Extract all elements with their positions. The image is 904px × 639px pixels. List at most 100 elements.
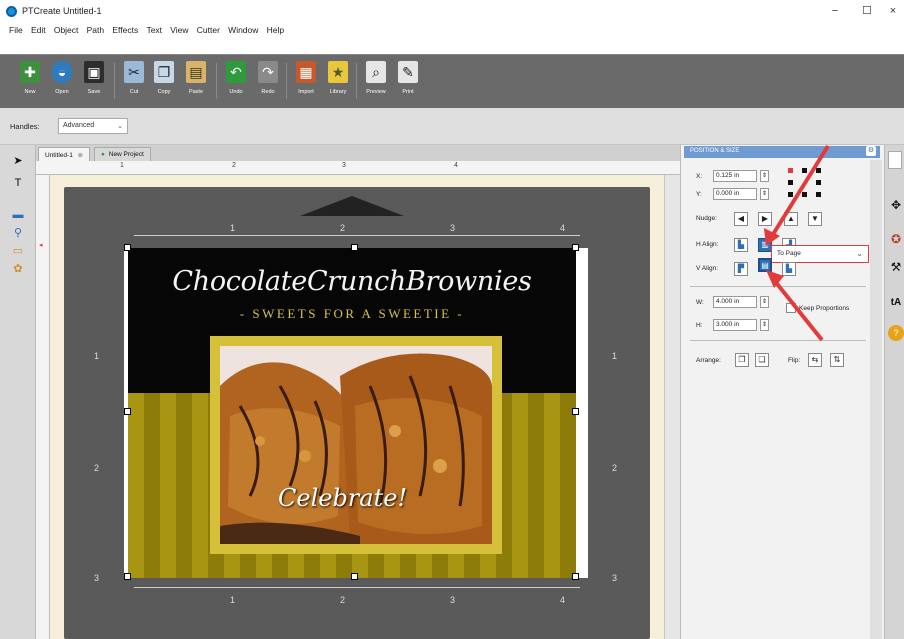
selection-handle[interactable] <box>572 244 579 251</box>
copy-label: Copy <box>157 89 171 95</box>
redo-label: Redo <box>261 89 275 95</box>
zoom-tool-icon[interactable]: ⚲ <box>10 225 26 241</box>
brownies-design[interactable]: ChocolateCrunchBrownies - SWEETS FOR A S… <box>128 248 576 578</box>
selection-arrow-icon <box>300 196 404 216</box>
mat-number: 1 <box>612 351 618 361</box>
cut-button[interactable]: ✂ Cut <box>120 59 148 105</box>
open-icon: ◒ <box>52 61 72 83</box>
close-button[interactable]: × <box>878 2 904 20</box>
shape-tool-icon[interactable]: ▬ <box>10 207 26 223</box>
cut-icon: ✂ <box>124 61 144 83</box>
horizontal-ruler: 1 2 3 4 <box>36 161 680 175</box>
menu-path[interactable]: Path <box>84 23 108 35</box>
vertical-scrollbar[interactable] <box>664 175 680 639</box>
paste-label: Paste <box>188 89 204 95</box>
menu-window[interactable]: Window <box>225 23 261 35</box>
menu-help[interactable]: Help <box>264 23 287 35</box>
redo-button[interactable]: ↷ Redo <box>254 59 282 105</box>
palette-icon[interactable]: ✪ <box>888 231 904 247</box>
selection-handle[interactable] <box>124 244 131 251</box>
save-label: Save <box>87 89 101 95</box>
photo-caption: Celebrate! <box>278 484 408 512</box>
import-label: Import <box>298 89 314 95</box>
undo-icon: ↶ <box>226 61 246 83</box>
menu-bar: File Edit Object Path Effects Text View … <box>0 22 904 38</box>
text-tool-icon[interactable]: T <box>10 175 26 191</box>
menu-object[interactable]: Object <box>51 23 82 35</box>
wrench-icon[interactable]: ⚒ <box>888 259 904 275</box>
handles-value: Advanced <box>63 122 95 129</box>
ruler-marker: ◂ <box>39 242 43 249</box>
new-button[interactable]: ✚ New <box>16 59 44 105</box>
annotation-arrows <box>764 144 830 342</box>
mat-number: 2 <box>94 463 100 473</box>
open-label: Open <box>55 89 69 95</box>
eraser-tool-icon[interactable]: ▭ <box>10 243 26 259</box>
mat-number: 3 <box>612 573 618 583</box>
design-subtitle: - SWEETS FOR A SWEETIE - <box>239 306 465 321</box>
print-label: Print <box>402 89 414 95</box>
menu-view[interactable]: View <box>167 23 191 35</box>
vertical-ruler: ◂ <box>36 175 50 639</box>
add-icon: ● <box>101 151 105 158</box>
menu-cutter[interactable]: Cutter <box>194 23 223 35</box>
selection-handle[interactable] <box>351 244 358 251</box>
ruler-mark: 1 <box>120 162 124 169</box>
print-button[interactable]: ✎ Print <box>394 59 422 105</box>
import-icon: ▦ <box>296 61 316 83</box>
tab-new-project-label: New Project <box>108 151 144 158</box>
open-button[interactable]: ◒ Open <box>48 59 76 105</box>
select-arrow-icon[interactable]: ➤ <box>10 153 26 169</box>
design-title: ChocolateCrunchBrownies <box>172 266 532 297</box>
mat-guide-line <box>134 587 580 588</box>
help-icon[interactable]: ? <box>888 325 904 341</box>
title-bar: PTCreate Untitled-1 − ☐ × <box>0 0 904 22</box>
handles-label: Handles: <box>10 122 40 131</box>
library-button[interactable]: ★ Library <box>324 59 352 105</box>
selection-handle[interactable] <box>572 408 579 415</box>
brownies-photo <box>220 346 492 544</box>
library-icon: ★ <box>328 61 348 83</box>
handles-dropdown[interactable]: Advanced ⌄ <box>58 118 128 134</box>
menu-edit[interactable]: Edit <box>28 23 49 35</box>
paste-button[interactable]: ▤ Paste <box>182 59 210 105</box>
mat-number: 4 <box>560 595 566 605</box>
tab-untitled-1[interactable]: Untitled-1 ⊗ <box>38 147 91 161</box>
text-effects-icon[interactable]: tA <box>888 295 904 311</box>
selection-handle[interactable] <box>351 573 358 580</box>
mat-number: 1 <box>94 351 100 361</box>
library-label: Library <box>329 89 347 95</box>
import-button[interactable]: ▦ Import <box>292 59 320 105</box>
minimize-button[interactable]: − <box>820 2 850 20</box>
save-button[interactable]: ▣ Save <box>80 59 108 105</box>
selection-handle[interactable] <box>572 573 579 580</box>
copy-button[interactable]: ❐ Copy <box>150 59 178 105</box>
page-icon[interactable] <box>888 151 902 169</box>
mat-number: 4 <box>560 223 566 233</box>
undo-label: Undo <box>229 89 243 95</box>
ruler-mark: 3 <box>342 162 346 169</box>
weld-tool-icon[interactable]: ✿ <box>10 261 26 277</box>
save-icon: ▣ <box>84 61 104 83</box>
copy-icon: ❐ <box>154 61 174 83</box>
mat-number: 2 <box>612 463 618 473</box>
menu-effects[interactable]: Effects <box>109 23 141 35</box>
paste-icon: ▤ <box>186 61 206 83</box>
app-logo-icon <box>6 6 17 17</box>
mat-number: 2 <box>340 223 346 233</box>
mat-number: 2 <box>340 595 346 605</box>
close-tab-icon[interactable]: ⊗ <box>78 152 83 159</box>
preview-button[interactable]: ⌕ Preview <box>362 59 390 105</box>
menu-file[interactable]: File <box>6 23 26 35</box>
menu-text[interactable]: Text <box>143 23 165 35</box>
move-icon[interactable]: ✥ <box>888 197 904 213</box>
tab-untitled-label: Untitled-1 <box>45 152 73 159</box>
mat-number: 1 <box>230 595 236 605</box>
tab-new-project[interactable]: ● New Project <box>94 147 151 161</box>
undo-button[interactable]: ↶ Undo <box>222 59 250 105</box>
selection-handle[interactable] <box>124 573 131 580</box>
print-icon: ✎ <box>398 61 418 83</box>
mat-number: 1 <box>230 223 236 233</box>
selection-handle[interactable] <box>124 408 131 415</box>
preview-icon: ⌕ <box>366 61 386 83</box>
